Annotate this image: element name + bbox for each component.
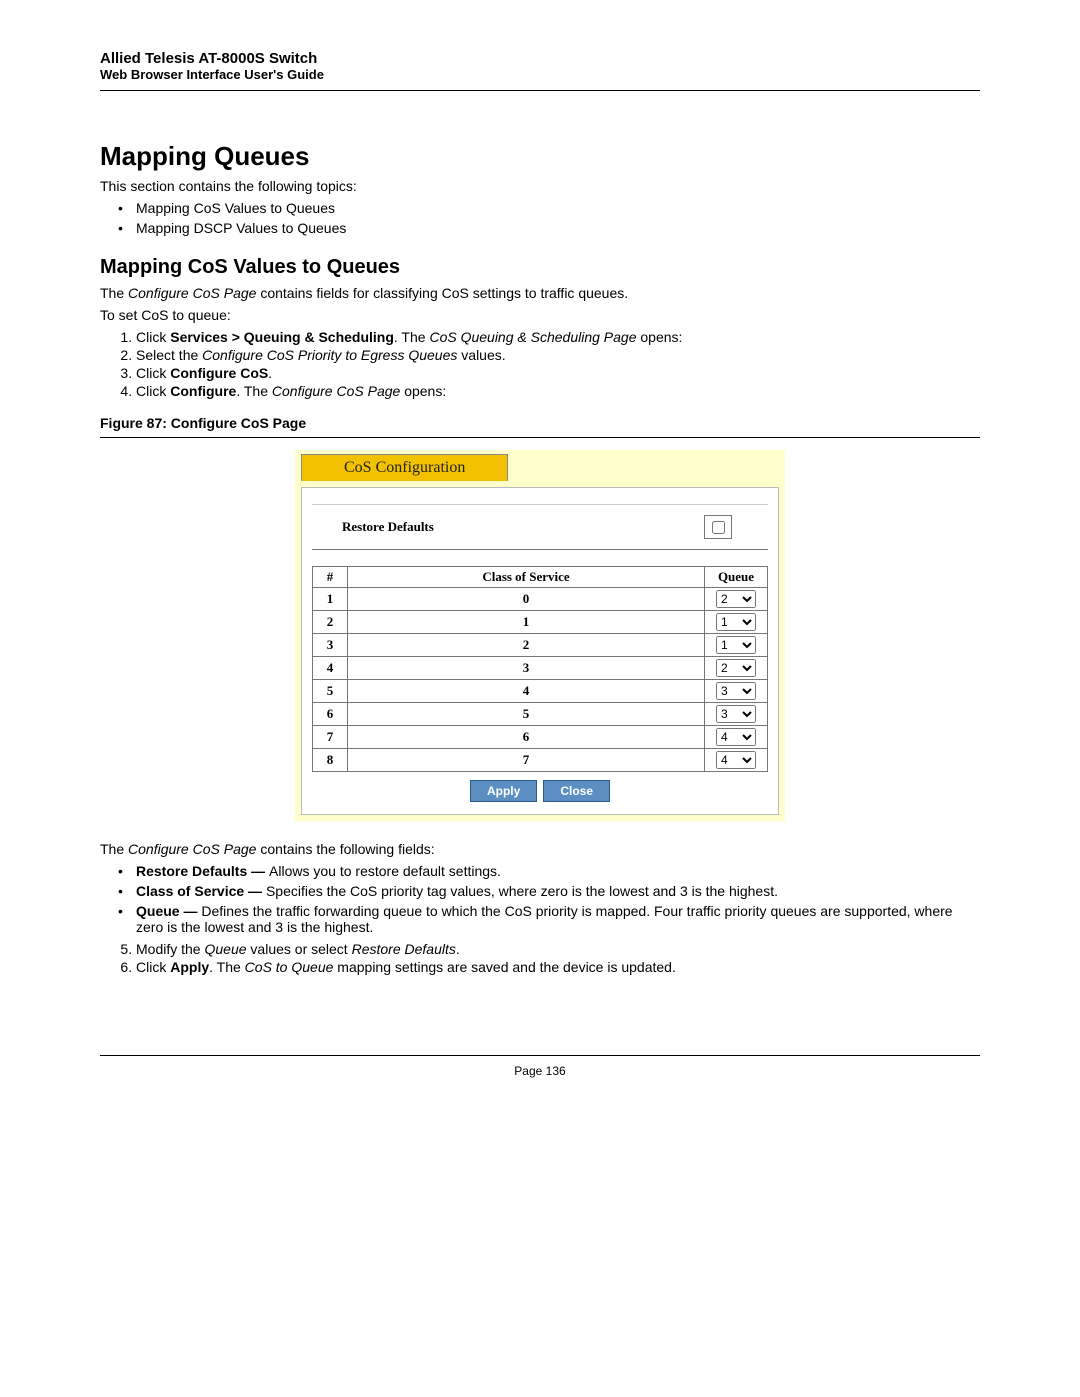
restore-defaults-checkbox[interactable]: [712, 521, 725, 534]
step-item: Click Configure. The Configure CoS Page …: [136, 383, 980, 399]
figure-caption: Figure 87: Configure CoS Page: [100, 415, 980, 431]
cos-value: 7: [348, 749, 705, 772]
row-index: 2: [313, 611, 348, 634]
restore-defaults-checkbox-wrap: [704, 515, 732, 539]
queue-select[interactable]: 2: [716, 590, 756, 608]
col-header-cos: Class of Service: [348, 567, 705, 588]
field-item: Queue — Defines the traffic forwarding q…: [136, 903, 980, 935]
table-row: 432: [313, 657, 768, 680]
step-item: Modify the Queue values or select Restor…: [136, 941, 980, 957]
paragraph: The Configure CoS Page contains the foll…: [100, 841, 980, 857]
col-header-queue: Queue: [705, 567, 768, 588]
queue-cell: 4: [705, 726, 768, 749]
queue-cell: 3: [705, 680, 768, 703]
queue-cell: 3: [705, 703, 768, 726]
intro-text: This section contains the following topi…: [100, 178, 980, 194]
cos-value: 1: [348, 611, 705, 634]
table-row: 653: [313, 703, 768, 726]
table-row: 321: [313, 634, 768, 657]
cos-value: 6: [348, 726, 705, 749]
button-row: Apply Close: [312, 772, 768, 804]
queue-select[interactable]: 2: [716, 659, 756, 677]
queue-select[interactable]: 4: [716, 728, 756, 746]
tab-row: CoS Configuration: [301, 454, 785, 481]
row-index: 4: [313, 657, 348, 680]
tab-cos-configuration[interactable]: CoS Configuration: [301, 454, 508, 481]
topics-list: Mapping CoS Values to Queues Mapping DSC…: [100, 200, 980, 236]
table-row: 874: [313, 749, 768, 772]
queue-select[interactable]: 3: [716, 705, 756, 723]
queue-cell: 2: [705, 588, 768, 611]
table-row: 543: [313, 680, 768, 703]
table-row: 102: [313, 588, 768, 611]
topic-item: Mapping DSCP Values to Queues: [136, 220, 980, 236]
cos-table: # Class of Service Queue 102211321432543…: [312, 566, 768, 772]
figure-panel: Restore Defaults # Class of Service Queu…: [301, 487, 779, 815]
table-row: 211: [313, 611, 768, 634]
cos-value: 3: [348, 657, 705, 680]
row-index: 7: [313, 726, 348, 749]
row-index: 1: [313, 588, 348, 611]
row-index: 3: [313, 634, 348, 657]
queue-select[interactable]: 3: [716, 682, 756, 700]
cos-value: 2: [348, 634, 705, 657]
cos-value: 4: [348, 680, 705, 703]
col-header-num: #: [313, 567, 348, 588]
step-item: Click Configure CoS.: [136, 365, 980, 381]
queue-cell: 2: [705, 657, 768, 680]
row-index: 6: [313, 703, 348, 726]
doc-subtitle: Web Browser Interface User's Guide: [100, 67, 980, 82]
steps-list: Click Services > Queuing & Scheduling. T…: [100, 329, 980, 399]
figure-container: CoS Configuration Restore Defaults # Cla…: [100, 450, 980, 821]
queue-cell: 4: [705, 749, 768, 772]
cos-value: 0: [348, 588, 705, 611]
paragraph: The Configure CoS Page contains fields f…: [100, 285, 980, 301]
step-item: Select the Configure CoS Priority to Egr…: [136, 347, 980, 363]
cos-config-figure: CoS Configuration Restore Defaults # Cla…: [295, 450, 785, 821]
fields-list: Restore Defaults — Allows you to restore…: [100, 863, 980, 935]
close-button[interactable]: Close: [543, 780, 610, 802]
doc-title: Allied Telesis AT-8000S Switch: [100, 50, 980, 67]
row-index: 5: [313, 680, 348, 703]
section-heading: Mapping Queues: [100, 141, 980, 172]
page-header: Allied Telesis AT-8000S Switch Web Brows…: [100, 50, 980, 82]
topic-item: Mapping CoS Values to Queues: [136, 200, 980, 216]
apply-button[interactable]: Apply: [470, 780, 537, 802]
paragraph: To set CoS to queue:: [100, 307, 980, 323]
field-item: Restore Defaults — Allows you to restore…: [136, 863, 980, 879]
queue-cell: 1: [705, 634, 768, 657]
field-item: Class of Service — Specifies the CoS pri…: [136, 883, 980, 899]
step-item: Click Services > Queuing & Scheduling. T…: [136, 329, 980, 345]
queue-select[interactable]: 4: [716, 751, 756, 769]
restore-defaults-label: Restore Defaults: [342, 519, 704, 535]
subsection-heading: Mapping CoS Values to Queues: [100, 256, 980, 279]
queue-select[interactable]: 1: [716, 636, 756, 654]
table-row: 764: [313, 726, 768, 749]
queue-select[interactable]: 1: [716, 613, 756, 631]
figure-rule: [100, 437, 980, 438]
step-item: Click Apply. The CoS to Queue mapping se…: [136, 959, 980, 975]
page-number: Page 136: [100, 1064, 980, 1078]
header-rule: [100, 90, 980, 91]
restore-defaults-row: Restore Defaults: [312, 504, 768, 550]
cos-value: 5: [348, 703, 705, 726]
steps-list-cont: Modify the Queue values or select Restor…: [100, 941, 980, 975]
queue-cell: 1: [705, 611, 768, 634]
row-index: 8: [313, 749, 348, 772]
footer-rule: [100, 1055, 980, 1056]
